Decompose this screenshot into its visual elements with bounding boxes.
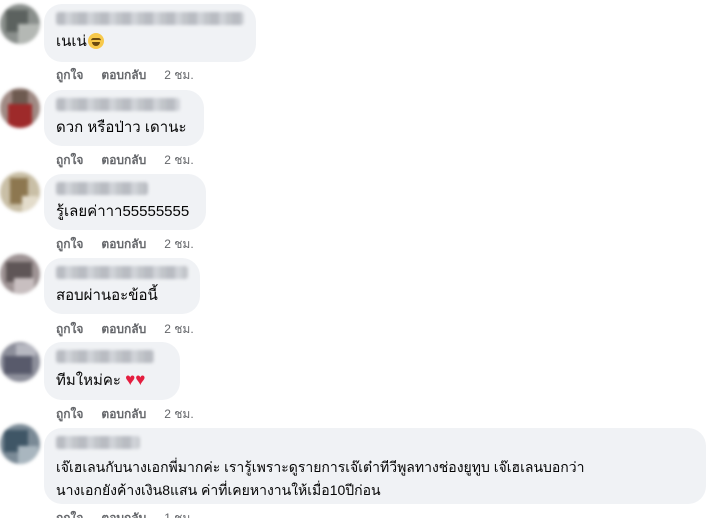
avatar[interactable] <box>0 172 40 212</box>
comment-text: รู้เลยค่าาา55555555 <box>56 203 190 220</box>
like-link[interactable]: ถูกใจ <box>56 405 83 424</box>
avatar[interactable] <box>0 254 40 294</box>
comment-text-line: นางเอกยังค้างเงิน8แสน ค่าที่เคยหางานให้เ… <box>56 482 381 498</box>
comment-actions: ถูกใจ ตอบกลับ 2 ชม. <box>56 66 194 85</box>
like-link[interactable]: ถูกใจ <box>56 66 83 85</box>
timestamp[interactable]: 2 ชม. <box>164 66 193 85</box>
blurred-author-name[interactable] <box>56 182 148 195</box>
blurred-author-name[interactable] <box>56 98 180 111</box>
comment-bubble: สอบผ่านอะข้อนี้ <box>44 258 200 314</box>
comment-bubble: ทีมใหม่คะ ♥♥ <box>44 342 180 400</box>
avatar[interactable] <box>0 342 40 382</box>
comment-text-line: เจ๊เฮเลนกับนางเอกพี่มากค่ะ เรารู้เพราะดู… <box>56 459 585 475</box>
like-link[interactable]: ถูกใจ <box>56 235 83 254</box>
grinning-face-emoji-icon <box>87 33 104 49</box>
blurred-author-name[interactable] <box>56 12 244 25</box>
blurred-author-name[interactable] <box>56 266 188 279</box>
comment-actions: ถูกใจ ตอบกลับ 2 ชม. <box>56 320 194 339</box>
comment-actions: ถูกใจ ตอบกลับ 2 ชม. <box>56 235 194 254</box>
comment-text: ทีมใหม่คะ ♥♥ <box>56 370 146 389</box>
comment-text: เนเน่ <box>56 32 244 52</box>
comment-actions: ถูกใจ ตอบกลับ 2 ชม. <box>56 405 194 424</box>
comment-bubble: เจ๊เฮเลนกับนางเอกพี่มากค่ะ เรารู้เพราะดู… <box>44 428 706 504</box>
like-link[interactable]: ถูกใจ <box>56 509 83 518</box>
timestamp[interactable]: 1 ชม. <box>164 509 193 518</box>
reply-link[interactable]: ตอบกลับ <box>101 66 146 85</box>
reply-link[interactable]: ตอบกลับ <box>101 509 146 518</box>
comment-actions: ถูกใจ ตอบกลับ 1 ชม. <box>56 509 194 518</box>
comment-text: ดวก หรือป่าว เดานะ <box>56 119 187 136</box>
timestamp[interactable]: 2 ชม. <box>164 320 193 339</box>
timestamp[interactable]: 2 ชม. <box>164 151 193 170</box>
timestamp[interactable]: 2 ชม. <box>164 405 193 424</box>
comment-bubble: ดวก หรือป่าว เดานะ <box>44 90 204 146</box>
red-heart-icon: ♥♥ <box>125 370 146 389</box>
blurred-author-name[interactable] <box>56 436 140 449</box>
blurred-author-name[interactable] <box>56 350 154 363</box>
reply-link[interactable]: ตอบกลับ <box>101 151 146 170</box>
comment-actions: ถูกใจ ตอบกลับ 2 ชม. <box>56 151 194 170</box>
reply-link[interactable]: ตอบกลับ <box>101 320 146 339</box>
comment-text: เจ๊เฮเลนกับนางเอกพี่มากค่ะ เรารู้เพราะดู… <box>56 456 694 502</box>
like-link[interactable]: ถูกใจ <box>56 320 83 339</box>
comment-text: สอบผ่านอะข้อนี้ <box>56 287 158 304</box>
reply-link[interactable]: ตอบกลับ <box>101 235 146 254</box>
comment-bubble: เนเน่ <box>44 4 256 62</box>
avatar[interactable] <box>0 4 40 44</box>
timestamp[interactable]: 2 ชม. <box>164 235 193 254</box>
comment-thread: เนเน่ ถูกใจ ตอบกลับ 2 ชม. ดวก หรือป่าว เ… <box>0 0 710 518</box>
reply-link[interactable]: ตอบกลับ <box>101 405 146 424</box>
like-link[interactable]: ถูกใจ <box>56 151 83 170</box>
avatar[interactable] <box>0 88 40 128</box>
avatar[interactable] <box>0 424 40 464</box>
comment-bubble: รู้เลยค่าาา55555555 <box>44 174 206 230</box>
